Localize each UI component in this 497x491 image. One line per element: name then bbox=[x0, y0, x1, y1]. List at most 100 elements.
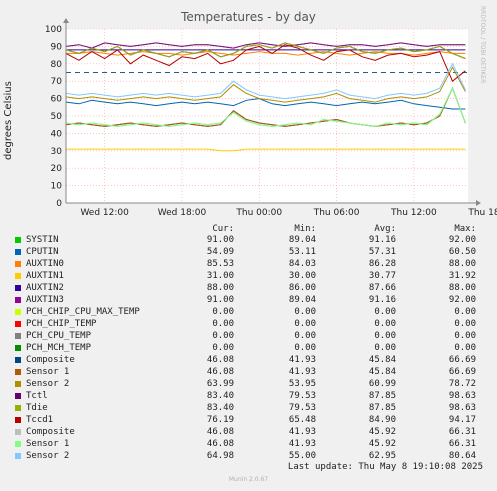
legend-max-value: 66.31 bbox=[448, 439, 476, 449]
legend-avg-value: 91.16 bbox=[368, 235, 396, 245]
legend-row: Composite 46.08 41.93 45.84 66.69 bbox=[0, 355, 497, 366]
x-tick-label: Thu 00:00 bbox=[235, 208, 282, 218]
legend-series-name: Composite bbox=[26, 355, 75, 365]
y-tick-label: 0 bbox=[56, 199, 62, 209]
legend-min-value: 30.00 bbox=[288, 271, 316, 281]
legend-avg-value: 86.28 bbox=[368, 259, 396, 269]
legend-avg-value: 0.00 bbox=[374, 331, 396, 341]
legend-max-value: 80.64 bbox=[448, 451, 476, 461]
munin-graph: Temperatures - by day degrees Celsius RR… bbox=[0, 0, 497, 491]
legend-avg-value: 0.00 bbox=[374, 307, 396, 317]
y-tick-label: 20 bbox=[51, 164, 63, 174]
legend-row: CPUTIN 54.09 53.11 57.31 60.50 bbox=[0, 247, 497, 258]
legend-swatch bbox=[15, 369, 21, 375]
legend-row: PCH_CPU_TEMP 0.00 0.00 0.00 0.00 bbox=[0, 331, 497, 342]
legend-swatch bbox=[15, 321, 21, 327]
legend-series-name: AUXTIN1 bbox=[26, 271, 64, 281]
legend-header: Cur: Min: Avg: Max: bbox=[0, 224, 497, 234]
legend-max-value: 0.00 bbox=[454, 331, 476, 341]
legend-series-name: Tctl bbox=[26, 391, 48, 401]
legend-series-name: PCH_CHIP_CPU_MAX_TEMP bbox=[26, 307, 140, 317]
legend-max-value: 78.72 bbox=[448, 379, 476, 389]
legend-header-avg: Avg: bbox=[374, 224, 396, 234]
legend-max-value: 66.69 bbox=[448, 355, 476, 365]
legend-row: Composite 46.08 41.93 45.92 66.31 bbox=[0, 427, 497, 438]
legend-series-name: Tdie bbox=[26, 403, 48, 413]
legend-avg-value: 87.85 bbox=[368, 391, 396, 401]
legend-swatch bbox=[15, 453, 21, 459]
legend-row: PCH_CHIP_TEMP 0.00 0.00 0.00 0.00 bbox=[0, 319, 497, 330]
legend-series-name: Composite bbox=[26, 427, 75, 437]
munin-version: Munin 2.0.67 bbox=[228, 476, 269, 483]
legend-series-name: Sensor 1 bbox=[26, 439, 70, 449]
legend-max-value: 92.00 bbox=[448, 235, 476, 245]
legend-min-value: 53.11 bbox=[288, 247, 316, 257]
legend-min-value: 53.95 bbox=[288, 379, 316, 389]
legend-row: Sensor 1 46.08 41.93 45.84 66.69 bbox=[0, 367, 497, 378]
legend-min-value: 84.03 bbox=[288, 259, 316, 269]
legend-swatch bbox=[15, 357, 21, 363]
legend-header-min: Min: bbox=[294, 224, 316, 234]
legend-row: AUXTIN2 88.00 86.00 87.66 88.00 bbox=[0, 283, 497, 294]
legend-avg-value: 87.66 bbox=[368, 283, 396, 293]
legend-series-name: PCH_CHIP_TEMP bbox=[26, 319, 97, 329]
legend-max-value: 98.63 bbox=[448, 391, 476, 401]
legend-avg-value: 87.85 bbox=[368, 403, 396, 413]
legend-cur-value: 0.00 bbox=[212, 319, 234, 329]
legend-min-value: 65.48 bbox=[288, 415, 316, 425]
legend-avg-value: 60.99 bbox=[368, 379, 396, 389]
legend-cur-value: 83.40 bbox=[206, 391, 234, 401]
legend-swatch bbox=[15, 405, 21, 411]
legend-cur-value: 64.98 bbox=[206, 451, 234, 461]
y-tick-label: 40 bbox=[51, 129, 63, 139]
y-tick-label: 90 bbox=[51, 42, 63, 52]
legend-row: Tccd1 76.19 65.48 84.90 94.17 bbox=[0, 415, 497, 426]
legend-max-value: 88.00 bbox=[448, 283, 476, 293]
legend-min-value: 55.00 bbox=[288, 451, 316, 461]
legend-cur-value: 0.00 bbox=[212, 331, 234, 341]
legend-min-value: 41.93 bbox=[288, 367, 316, 377]
legend-row: AUXTIN3 91.00 89.04 91.16 92.00 bbox=[0, 295, 497, 306]
legend-cur-value: 46.08 bbox=[206, 427, 234, 437]
legend-avg-value: 91.16 bbox=[368, 295, 396, 305]
legend-series-name: AUXTIN0 bbox=[26, 259, 64, 269]
legend-cur-value: 46.08 bbox=[206, 439, 234, 449]
legend-avg-value: 57.31 bbox=[368, 247, 396, 257]
legend-min-value: 89.04 bbox=[288, 235, 316, 245]
legend-max-value: 92.00 bbox=[448, 295, 476, 305]
legend-series-name: PCH_MCH_TEMP bbox=[26, 343, 92, 353]
legend-series-name: Tccd1 bbox=[26, 415, 54, 425]
legend-max-value: 98.63 bbox=[448, 403, 476, 413]
legend-avg-value: 84.90 bbox=[368, 415, 396, 425]
y-tick-label: 100 bbox=[45, 25, 62, 35]
legend-row: Sensor 2 63.99 53.95 60.99 78.72 bbox=[0, 379, 497, 390]
legend-series-name: PCH_CPU_TEMP bbox=[26, 331, 92, 341]
legend-avg-value: 0.00 bbox=[374, 319, 396, 329]
legend-swatch bbox=[15, 273, 21, 279]
legend-cur-value: 31.00 bbox=[206, 271, 234, 281]
legend-row: PCH_MCH_TEMP 0.00 0.00 0.00 0.00 bbox=[0, 343, 497, 354]
legend-row: Tctl 83.40 79.53 87.85 98.63 bbox=[0, 391, 497, 402]
legend-cur-value: 54.09 bbox=[206, 247, 234, 257]
legend-min-value: 79.53 bbox=[288, 391, 316, 401]
x-axis-arrow bbox=[476, 200, 481, 206]
legend-max-value: 60.50 bbox=[448, 247, 476, 257]
legend-swatch bbox=[15, 429, 21, 435]
x-tick-label: Wed 12:00 bbox=[80, 208, 129, 218]
legend-max-value: 0.00 bbox=[454, 307, 476, 317]
legend-series-name: CPUTIN bbox=[26, 247, 59, 257]
legend-max-value: 66.69 bbox=[448, 367, 476, 377]
y-tick-label: 10 bbox=[51, 182, 63, 192]
legend-swatch bbox=[15, 261, 21, 267]
legend-min-value: 86.00 bbox=[288, 283, 316, 293]
legend-swatch bbox=[15, 345, 21, 351]
legend-swatch bbox=[15, 417, 21, 423]
legend-swatch bbox=[15, 285, 21, 291]
legend-swatch bbox=[15, 297, 21, 303]
legend-min-value: 79.53 bbox=[288, 403, 316, 413]
legend-cur-value: 0.00 bbox=[212, 307, 234, 317]
legend-cur-value: 88.00 bbox=[206, 283, 234, 293]
legend-swatch bbox=[15, 393, 21, 399]
legend-row: SYSTIN 91.00 89.04 91.16 92.00 bbox=[0, 235, 497, 246]
legend-row: Sensor 1 46.08 41.93 45.92 66.31 bbox=[0, 439, 497, 450]
